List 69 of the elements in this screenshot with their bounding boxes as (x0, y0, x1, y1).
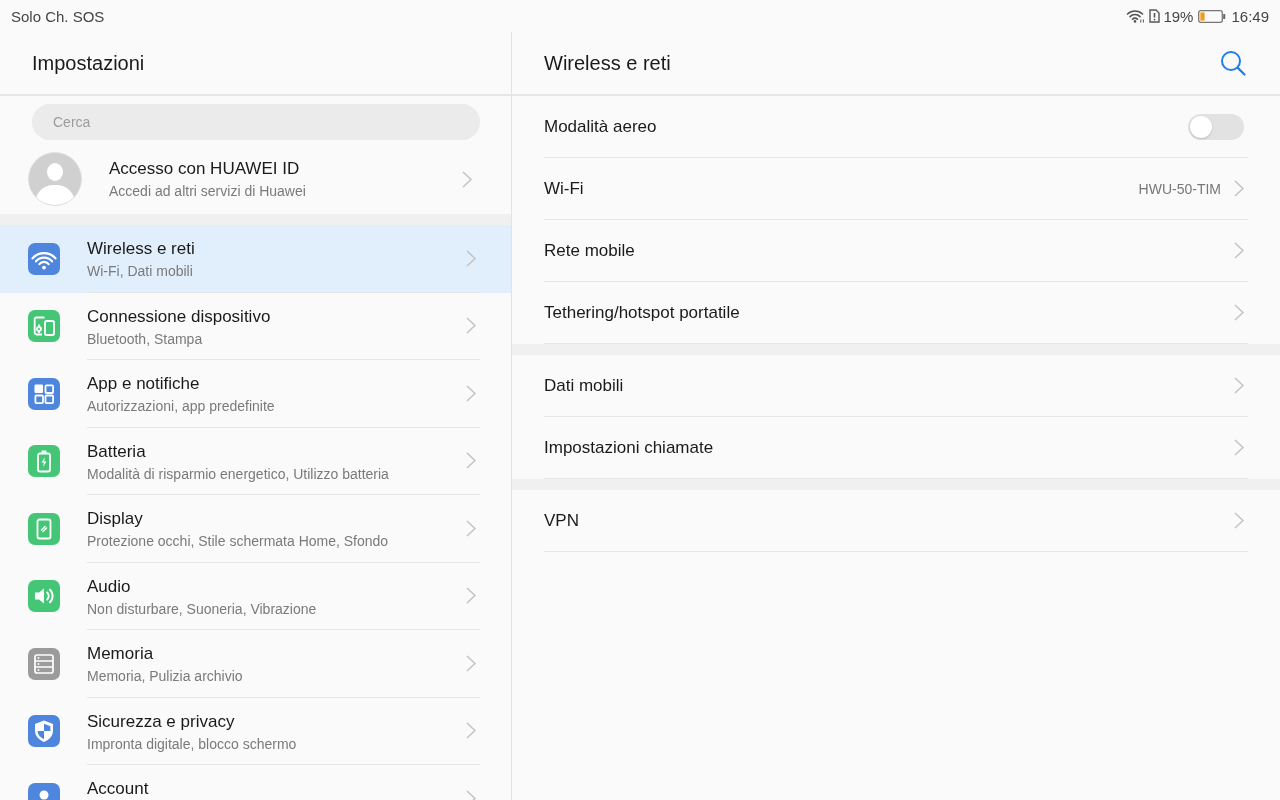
item-subtitle: Memoria, Pulizia archivio (87, 667, 244, 686)
account-title: Accesso con HUAWEI ID (109, 157, 301, 180)
setting-row[interactable]: Modalità aereo (544, 96, 1248, 158)
page-title: Wireless e reti (544, 51, 672, 75)
chevron-icon (1234, 180, 1244, 197)
chevron-icon (1234, 304, 1244, 321)
chevron-icon (466, 587, 476, 605)
settings-item[interactable]: Sicurezza e privacy Impronta digitale, blocco schermo (0, 697, 511, 765)
settings-item[interactable]: Display Protezione occhi, Stile schermata Home, Sfondo (0, 495, 511, 563)
item-title: App e notifiche (87, 373, 201, 395)
chevron-icon (1234, 439, 1244, 456)
sim-alert-icon (1149, 9, 1161, 23)
chevron-icon (466, 317, 476, 335)
account-subtitle: Accedi ad altri servizi di Huawei (109, 181, 307, 201)
row-label: Tethering/hotspot portatile (544, 302, 741, 323)
row-value: HWU-50-TIM (1138, 180, 1221, 197)
row-label: Wi-Fi (544, 178, 585, 199)
chevron-icon (466, 452, 476, 470)
row-label: Dati mobili (544, 375, 625, 396)
row-label: Rete mobile (544, 240, 636, 261)
chevron-icon (466, 249, 476, 267)
item-subtitle: Modalità di risparmio energetico, Utilizzo batteria (87, 464, 390, 484)
chevron-icon (466, 519, 476, 537)
item-title: Account (87, 778, 150, 800)
row-label: Impostazioni chiamate (544, 437, 715, 458)
item-title: Audio (87, 575, 132, 598)
carrier-name: Solo Ch. SOS (11, 7, 105, 25)
settings-item[interactable]: Wireless e reti Wi-Fi, Dati mobili (0, 225, 511, 293)
chevron-icon (466, 384, 476, 402)
item-subtitle: Impronta digitale, blocco schermo (87, 734, 298, 754)
settings-item[interactable]: Connessione dispositivo Bluetooth, Stampa (0, 292, 511, 360)
chevron-icon (1234, 242, 1244, 259)
settings-item[interactable]: Audio Non disturbare, Suoneria, Vibrazione (0, 562, 511, 630)
chevron-icon (1234, 377, 1244, 394)
wifi-icon (1126, 9, 1146, 23)
chevron-icon (1234, 512, 1244, 529)
search-icon[interactable] (1220, 50, 1246, 76)
search-field[interactable]: Cerca (32, 104, 480, 140)
chevron-icon (466, 654, 476, 672)
account-item[interactable]: Accesso con HUAWEI ID Accedi ad altri servizi di Huawei (0, 144, 511, 214)
settings-item[interactable]: Memoria Memoria, Pulizia archivio (0, 630, 511, 698)
item-title: Batteria (87, 440, 147, 463)
item-subtitle: Bluetooth, Stampa (87, 329, 204, 349)
item-title: Memoria (87, 643, 155, 665)
toggle-switch[interactable] (1188, 113, 1244, 140)
item-subtitle: Wi-Fi, Dati mobili (87, 262, 194, 281)
setting-row[interactable]: Wi-Fi HWU-50-TIM (544, 158, 1248, 220)
row-label: Modalità aereo (544, 116, 658, 137)
setting-row[interactable]: VPN (544, 490, 1248, 552)
chevron-icon (466, 722, 476, 740)
item-subtitle: Protezione occhi, Stile schermata Home, Sfondo (87, 532, 390, 551)
item-subtitle: Non disturbare, Suoneria, Vibrazione (87, 599, 318, 619)
setting-row[interactable]: Rete mobile (544, 220, 1248, 282)
item-title: Display (87, 508, 144, 530)
clock-time: 16:49 (1231, 7, 1269, 25)
panel-title: Impostazioni (32, 51, 145, 75)
item-title: Sicurezza e privacy (87, 710, 236, 733)
row-label: VPN (544, 510, 580, 531)
settings-item[interactable]: App e notifiche Autorizzazioni, app predefinite (0, 360, 511, 428)
battery-percent: 19% (1163, 7, 1194, 25)
item-title: Connessione dispositivo (87, 305, 272, 328)
settings-item[interactable]: Account (0, 765, 511, 800)
item-subtitle: Autorizzazioni, app predefinite (87, 397, 276, 416)
item-title: Wireless e reti (87, 238, 196, 260)
settings-item[interactable]: Batteria Modalità di risparmio energetico, Utilizzo batteria (0, 427, 511, 495)
battery-icon (1198, 9, 1227, 23)
setting-row[interactable]: Dati mobili (544, 355, 1248, 417)
avatar-icon (28, 152, 82, 206)
chevron-icon (462, 170, 472, 188)
